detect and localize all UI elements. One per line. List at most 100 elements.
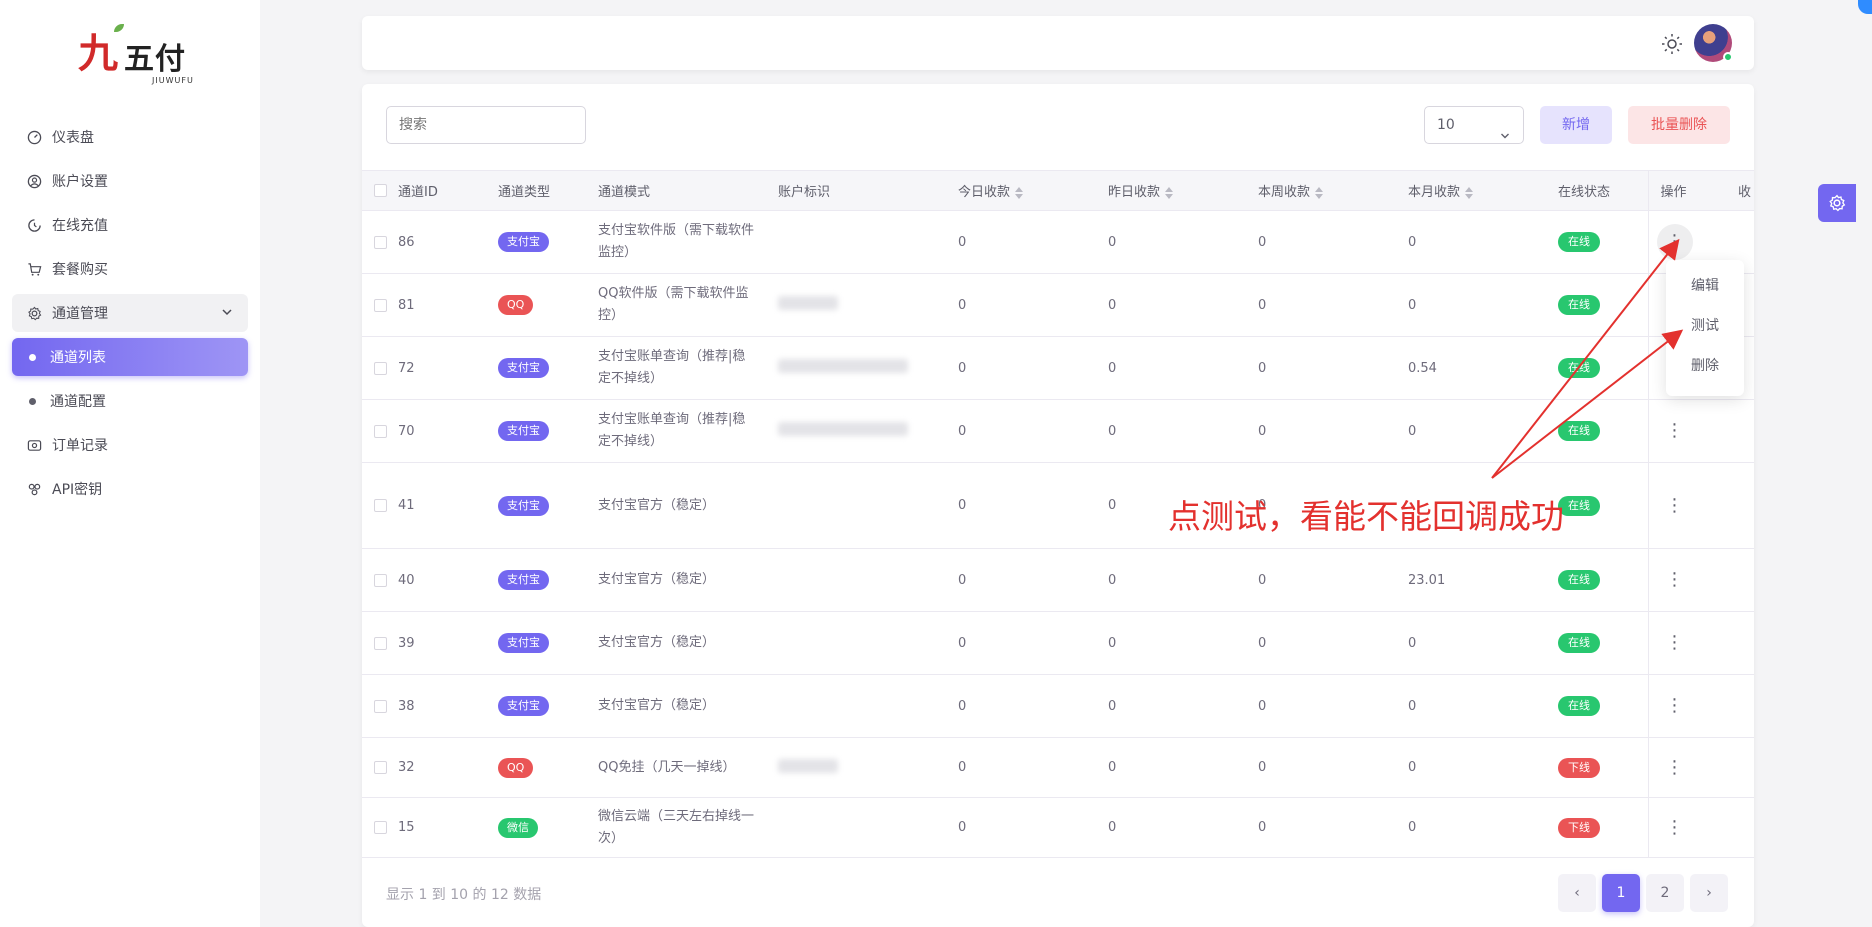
- sidebar: 九 五付 JIUWUFU 仪表盘 账户设置 在线充值 套餐购买 通道管理 通道列…: [0, 0, 260, 927]
- logo-mark: 九: [78, 30, 118, 77]
- sidebar-item-packages[interactable]: 套餐购买: [12, 250, 248, 288]
- row-checkbox[interactable]: [374, 573, 387, 587]
- cell-mode: 支付宝官方（稳定）: [598, 635, 716, 650]
- row-checkbox[interactable]: [374, 235, 387, 249]
- cell-account: [778, 674, 958, 738]
- cell-today: 0: [958, 210, 1108, 274]
- col-header-action: 操作: [1647, 170, 1738, 211]
- more-actions-icon[interactable]: ⋮: [1657, 413, 1693, 449]
- cell-month: 0: [1408, 737, 1558, 798]
- order-icon: [26, 437, 42, 453]
- page-button-2[interactable]: 2: [1646, 874, 1684, 912]
- more-actions-icon[interactable]: ⋮: [1657, 562, 1693, 598]
- cell-month: 0: [1408, 611, 1558, 675]
- edge-widget[interactable]: [1858, 0, 1872, 14]
- recharge-icon: [26, 217, 42, 233]
- cell-account: [778, 273, 958, 337]
- row-checkbox[interactable]: [374, 636, 387, 650]
- row-checkbox[interactable]: [374, 361, 387, 375]
- cell-today: 0: [958, 462, 1108, 549]
- settings-icon: [26, 305, 42, 321]
- more-actions-icon[interactable]: ⋮: [1657, 810, 1693, 846]
- cell-month: 0: [1408, 674, 1558, 738]
- sidebar-item-label: 订单记录: [52, 438, 108, 454]
- dot-icon: [29, 353, 36, 361]
- more-actions-icon[interactable]: ⋮: [1657, 688, 1693, 724]
- sort-icon: [1465, 186, 1474, 199]
- page-button-1[interactable]: 1: [1602, 874, 1640, 912]
- dropdown-item-delete[interactable]: 删除: [1666, 346, 1744, 386]
- more-actions-icon[interactable]: ⋮: [1657, 750, 1693, 786]
- cell-today: 0: [958, 797, 1108, 858]
- col-header-week[interactable]: 本周收款: [1258, 170, 1408, 211]
- status-badge: 下线: [1558, 757, 1600, 778]
- more-actions-icon[interactable]: ⋮: [1657, 488, 1693, 524]
- customizer-toggle[interactable]: [1818, 184, 1856, 222]
- gear-icon: [1829, 194, 1846, 212]
- redacted-account: [778, 296, 838, 310]
- cell-yesterday: 0: [1108, 399, 1258, 463]
- col-header-today[interactable]: 今日收款: [958, 170, 1108, 211]
- select-all-checkbox[interactable]: [374, 184, 387, 197]
- sidebar-item-channel-config[interactable]: 通道配置: [12, 382, 248, 420]
- cell-id: 86: [398, 210, 498, 274]
- top-navbar: [362, 16, 1754, 70]
- type-badge: QQ: [498, 757, 534, 778]
- cell-week: 0: [1258, 399, 1408, 463]
- row-checkbox[interactable]: [374, 424, 387, 438]
- sidebar-item-recharge[interactable]: 在线充值: [12, 206, 248, 244]
- cell-account: [778, 210, 958, 274]
- col-header-month[interactable]: 本月收款: [1408, 170, 1558, 211]
- sort-icon: [1315, 186, 1324, 199]
- brand-logo[interactable]: 九 五付 JIUWUFU: [78, 22, 198, 92]
- col-header-status: 在线状态: [1558, 170, 1648, 211]
- cell-account: [778, 611, 958, 675]
- cell-today: 0: [958, 737, 1108, 798]
- dropdown-item-test[interactable]: 测试: [1666, 306, 1744, 346]
- chevron-down-icon: [1499, 120, 1511, 156]
- status-badge: 在线: [1558, 495, 1600, 516]
- table-row: 15 微信 微信云端（三天左右掉线一次） 0 0 0 0 下线 ⋮: [362, 797, 1754, 858]
- table-row: 40 支付宝 支付宝官方（稳定） 0 0 0 23.01 在线 ⋮: [362, 548, 1754, 612]
- cell-month: 0: [1408, 399, 1558, 463]
- row-checkbox[interactable]: [374, 761, 387, 774]
- row-checkbox[interactable]: [374, 699, 387, 713]
- col-header-yesterday[interactable]: 昨日收款: [1108, 170, 1258, 211]
- batch-delete-button[interactable]: 批量删除: [1628, 106, 1730, 144]
- sidebar-item-account[interactable]: 账户设置: [12, 162, 248, 200]
- cell-account: [778, 399, 958, 463]
- search-input[interactable]: [386, 106, 586, 144]
- type-badge: 微信: [498, 817, 538, 838]
- sidebar-item-api-key[interactable]: API密钥: [12, 470, 248, 508]
- more-actions-icon[interactable]: ⋮: [1657, 625, 1693, 661]
- more-actions-icon[interactable]: ⋮: [1656, 224, 1693, 260]
- cell-today: 0: [958, 548, 1108, 612]
- cell-today: 0: [958, 399, 1108, 463]
- cell-month: 23.01: [1408, 548, 1558, 612]
- cell-mode: 支付宝官方（稳定）: [598, 698, 716, 713]
- user-icon: [26, 173, 42, 189]
- cell-account: [778, 797, 958, 858]
- row-checkbox[interactable]: [374, 499, 387, 512]
- redacted-account: [778, 359, 908, 373]
- prev-page-button[interactable]: ‹: [1558, 874, 1596, 912]
- page-size-value: 10: [1437, 117, 1455, 133]
- sidebar-item-channel-management[interactable]: 通道管理: [12, 294, 248, 332]
- theme-toggle-sun-icon[interactable]: [1660, 32, 1684, 56]
- next-page-button[interactable]: ›: [1690, 874, 1728, 912]
- sidebar-item-dashboard[interactable]: 仪表盘: [12, 118, 248, 156]
- cell-id: 41: [398, 462, 498, 549]
- page-size-select[interactable]: 10: [1424, 106, 1524, 144]
- cell-id: 15: [398, 797, 498, 858]
- dashboard-icon: [26, 129, 42, 145]
- type-badge: 支付宝: [498, 570, 549, 590]
- dropdown-item-edit[interactable]: 编辑: [1666, 266, 1744, 306]
- sidebar-item-orders[interactable]: 订单记录: [12, 426, 248, 464]
- sidebar-item-channel-list[interactable]: 通道列表: [12, 338, 248, 376]
- status-badge: 在线: [1558, 570, 1600, 590]
- row-checkbox[interactable]: [374, 298, 387, 312]
- user-avatar[interactable]: [1694, 24, 1733, 62]
- sidebar-item-label: 通道管理: [52, 306, 108, 322]
- add-button[interactable]: 新增: [1540, 106, 1612, 144]
- row-checkbox[interactable]: [374, 821, 387, 834]
